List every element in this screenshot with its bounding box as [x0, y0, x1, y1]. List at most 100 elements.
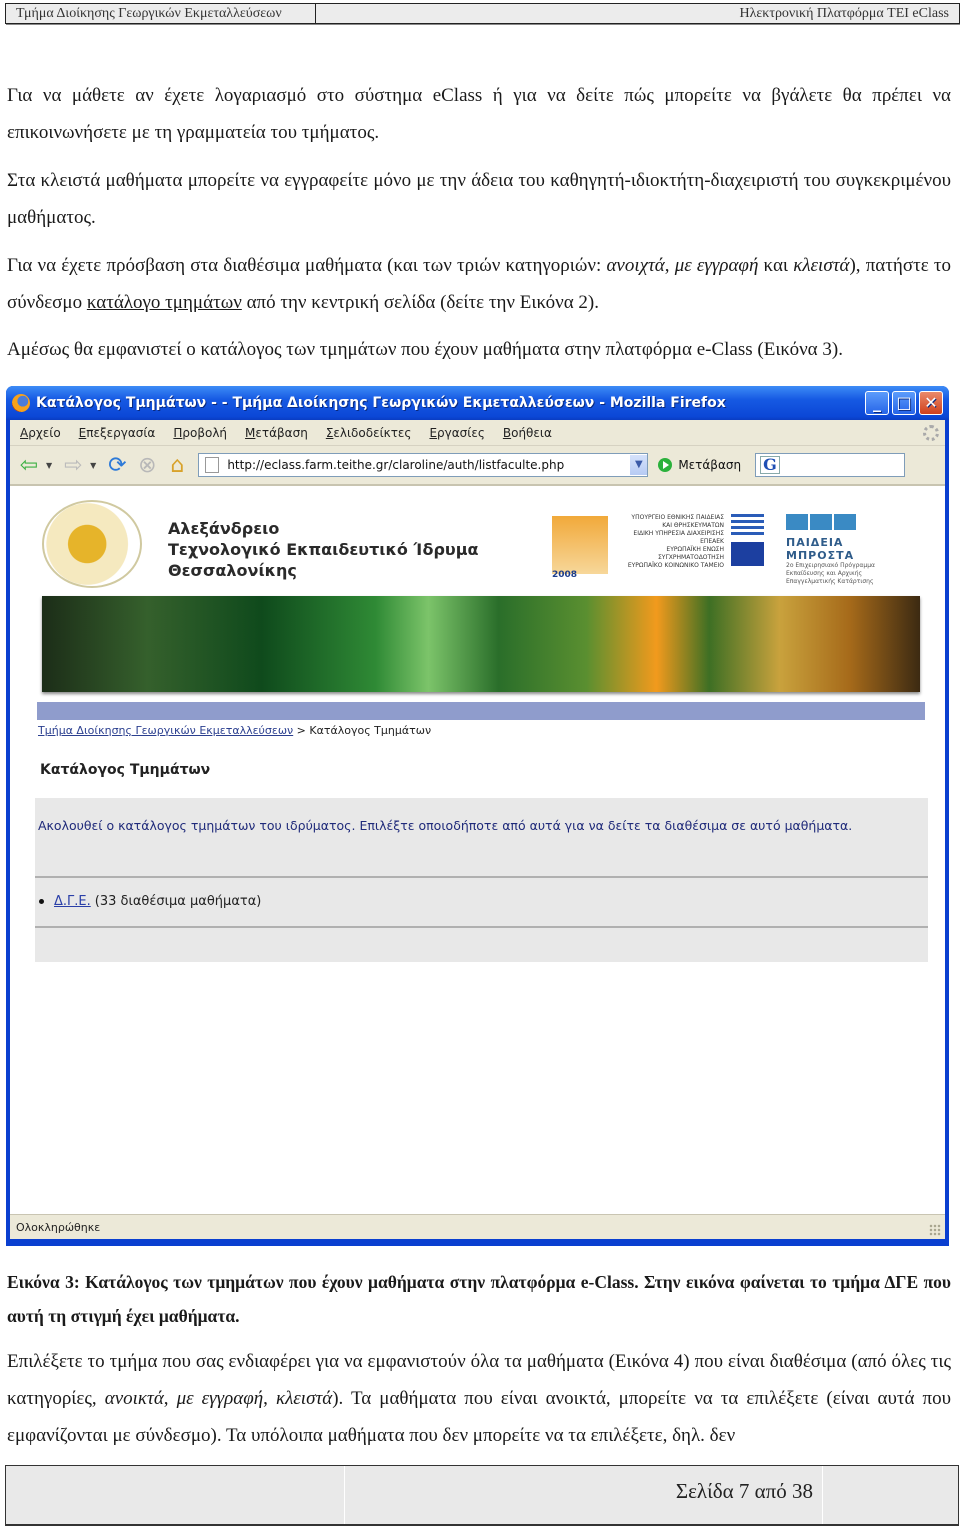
institution-name: Αλεξάνδρειο Τεχνολογικό Εκπαιδευτικό Ίδρ…: [168, 518, 479, 581]
status-bar: Ολοκληρώθηκε: [10, 1214, 945, 1239]
text: ,: [163, 1388, 177, 1409]
minimize-icon: _: [873, 393, 881, 412]
institution-line: Θεσσαλονίκης: [168, 561, 297, 580]
paragraph-closed-courses: Στα κλειστά μαθήματα μπορείτε να εγγραφε…: [7, 170, 951, 228]
text: ,: [263, 1388, 276, 1409]
paideia-mprosta-logo: ΠΑΙΔΕΙΑ ΜΠΡΟΣΤΑ 2ο Επιχειρησιακό Πρόγραμ…: [786, 514, 896, 586]
go-button[interactable]: Μετάβαση: [658, 458, 741, 472]
page-icon: [205, 457, 220, 473]
institution-line: Αλεξάνδρειο: [168, 519, 280, 538]
window-title: Κατάλογος Τμημάτων - - Τμήμα Διοίκησης Γ…: [36, 395, 726, 411]
paideia-sub: Εκπαίδευσης και Αρχικής: [786, 570, 863, 577]
divider: [35, 876, 928, 878]
header-department: Τμήμα Διοίκησης Γεωργικών Εκμεταλλεύσεων: [6, 4, 316, 23]
navigation-toolbar: ⇦ ▼ ⇨ ▼ ⟳ ⊗ ⌂ http://eclass.farm.teithe.…: [10, 446, 945, 486]
sponsor-year: 2008: [552, 570, 578, 580]
divider: [344, 1466, 345, 1524]
forward-history-dropdown[interactable]: ▼: [90, 461, 96, 470]
page-title: Κατάλογος Τμημάτων: [40, 762, 211, 778]
breadcrumb-current: Κατάλογος Τμημάτων: [309, 724, 432, 737]
menu-bar: Αρχείο Επεξεργασία Προβολή Μετάβαση Σελι…: [10, 420, 945, 446]
document-footer: Σελίδα 7 από 38: [5, 1465, 959, 1526]
browser-window: Κατάλογος Τμημάτων - - Τμήμα Διοίκησης Γ…: [6, 386, 949, 1246]
document-header: Τμήμα Διοίκησης Γεωργικών Εκμεταλλεύσεων…: [5, 3, 960, 24]
search-box[interactable]: G: [755, 453, 906, 477]
paideia-name: ΠΑΙΔΕΙΑ ΜΠΡΟΣΤΑ: [786, 536, 855, 562]
menu-help[interactable]: Βοήθεια: [503, 426, 552, 440]
paragraph-account: Για να μάθετε αν έχετε λογαριασμό στο σύ…: [7, 85, 951, 143]
text: ,: [664, 255, 675, 276]
bullet-icon: [39, 899, 44, 904]
divider: [35, 926, 928, 928]
figure-caption: Εικόνα 3: Κατάλογος των τμημάτων που έχο…: [7, 1272, 951, 1326]
department-link[interactable]: Δ.Γ.Ε.: [54, 894, 91, 909]
logo-square: [786, 514, 808, 530]
go-icon: [658, 458, 673, 472]
reload-icon[interactable]: ⟳: [104, 452, 130, 478]
ministry-line: ΕΙΔΙΚΗ ΥΠΗΡΕΣΙΑ ΔΙΑΧΕΙΡΙΣΗΣ ΕΠΕΑΕΚ: [633, 530, 724, 545]
site-nav-bar: [37, 702, 925, 720]
hellas-2008-logo: 2008: [552, 516, 608, 580]
resize-grip-icon[interactable]: [929, 1224, 941, 1236]
google-search-icon[interactable]: G: [760, 456, 780, 474]
list-item: Δ.Γ.Ε. (33 διαθέσιμα μαθήματα): [39, 894, 261, 909]
page-number: Σελίδα 7 από 38: [675, 1479, 813, 1503]
forward-arrow-icon[interactable]: ⇨: [60, 452, 86, 478]
url-text[interactable]: http://eclass.farm.teithe.gr/claroline/a…: [227, 458, 630, 472]
paragraph-catalog: Αμέσως θα εμφανιστεί ο κατάλογος των τμη…: [7, 339, 843, 360]
department-panel: Ακολουθεί ο κατάλογος τμημάτων του ιδρύμ…: [35, 798, 928, 962]
greek-flag-icon: [731, 514, 764, 538]
logo-square: [810, 514, 832, 530]
throbber-icon: [923, 424, 939, 441]
department-catalog-link[interactable]: κατάλογο τμημάτων: [87, 292, 242, 313]
ministry-line: ΕΥΡΩΠΑΪΚΟ ΚΟΙΝΩΝΙΚΟ ΤΑΜΕΙΟ: [627, 562, 724, 569]
category-closed: κλειστά: [793, 255, 850, 276]
menu-tools[interactable]: Εργασίες: [429, 426, 484, 440]
close-icon: ✕: [924, 393, 938, 412]
menu-file[interactable]: Αρχείο: [20, 426, 61, 440]
back-history-dropdown[interactable]: ▼: [46, 461, 52, 470]
paragraph-access: Για να έχετε πρόσβαση στα διαθέσιμα μαθή…: [7, 247, 951, 321]
status-text: Ολοκληρώθηκε: [16, 1220, 101, 1234]
back-arrow-icon[interactable]: ⇦: [16, 452, 42, 478]
site-header: Αλεξάνδρειο Τεχνολογικό Εκπαιδευτικό Ίδρ…: [34, 496, 924, 588]
minimize-button[interactable]: _: [865, 391, 889, 415]
ministry-line: ΥΠΟΥΡΓΕΙΟ ΕΘΝΙΚΗΣ ΠΑΙΔΕΙΑΣ ΚΑΙ ΘΡΗΣΚΕΥΜΑ…: [631, 514, 724, 529]
address-bar[interactable]: http://eclass.farm.teithe.gr/claroline/a…: [198, 453, 649, 477]
close-button[interactable]: ✕: [919, 391, 943, 415]
go-label: Μετάβαση: [678, 458, 742, 472]
text: από την κεντρική σελίδα (δείτε την Εικόν…: [241, 292, 599, 313]
ministry-logo-text: ΥΠΟΥΡΓΕΙΟ ΕΘΝΙΚΗΣ ΠΑΙΔΕΙΑΣ ΚΑΙ ΘΡΗΣΚΕΥΜΑ…: [624, 514, 724, 570]
paragraph-select-department: Επιλέξετε το τμήμα που σας ενδιαφέρει γι…: [7, 1343, 951, 1454]
stop-icon[interactable]: ⊗: [134, 452, 160, 478]
title-bar: Κατάλογος Τμημάτων - - Τμήμα Διοίκησης Γ…: [6, 386, 949, 420]
maximize-icon: □: [896, 393, 912, 412]
firefox-logo-icon: [12, 394, 30, 412]
ministry-line: ΣΥΓΧΡΗΜΑΤΟΔΟΤΗΣΗ: [657, 554, 724, 561]
paideia-sub: Επαγγελματικής Κατάρτισης: [786, 578, 874, 585]
breadcrumb: Τμήμα Διοίκησης Γεωργικών Εκμεταλλεύσεων…: [38, 724, 431, 737]
breadcrumb-home-link[interactable]: Τμήμα Διοίκησης Γεωργικών Εκμεταλλεύσεων: [38, 724, 293, 737]
category-closed: κλειστά: [275, 1388, 333, 1409]
course-count: (33 διαθέσιμα μαθήματα): [94, 894, 262, 909]
menu-view[interactable]: Προβολή: [173, 426, 227, 440]
divider: [822, 1466, 823, 1524]
menu-bookmarks[interactable]: Σελιδοδείκτες: [326, 426, 412, 440]
catalog-intro: Ακολουθεί ο κατάλογος τμημάτων του ιδρύμ…: [38, 818, 853, 833]
eu-flag-icon: [731, 542, 764, 566]
url-dropdown-icon[interactable]: ▼: [630, 455, 648, 475]
category-registration: με εγγραφή: [674, 255, 759, 276]
breadcrumb-separator: >: [293, 724, 310, 737]
text: Για να έχετε πρόσβαση στα διαθέσιμα μαθή…: [7, 255, 607, 276]
institution-emblem-icon: [42, 500, 142, 588]
category-open: ανοιχτά: [606, 255, 665, 276]
ministry-line: ΕΥΡΩΠΑΪΚΗ ΕΝΩΣΗ: [666, 546, 724, 553]
menu-go[interactable]: Μετάβαση: [245, 426, 308, 440]
institution-line: Τεχνολογικό Εκπαιδευτικό Ίδρυμα: [168, 540, 479, 559]
menu-edit[interactable]: Επεξεργασία: [79, 426, 156, 440]
home-icon[interactable]: ⌂: [164, 452, 190, 478]
banner-image: [42, 596, 920, 692]
maximize-button[interactable]: □: [892, 391, 916, 415]
text: και: [758, 255, 794, 276]
category-open: ανοικτά: [104, 1388, 164, 1409]
